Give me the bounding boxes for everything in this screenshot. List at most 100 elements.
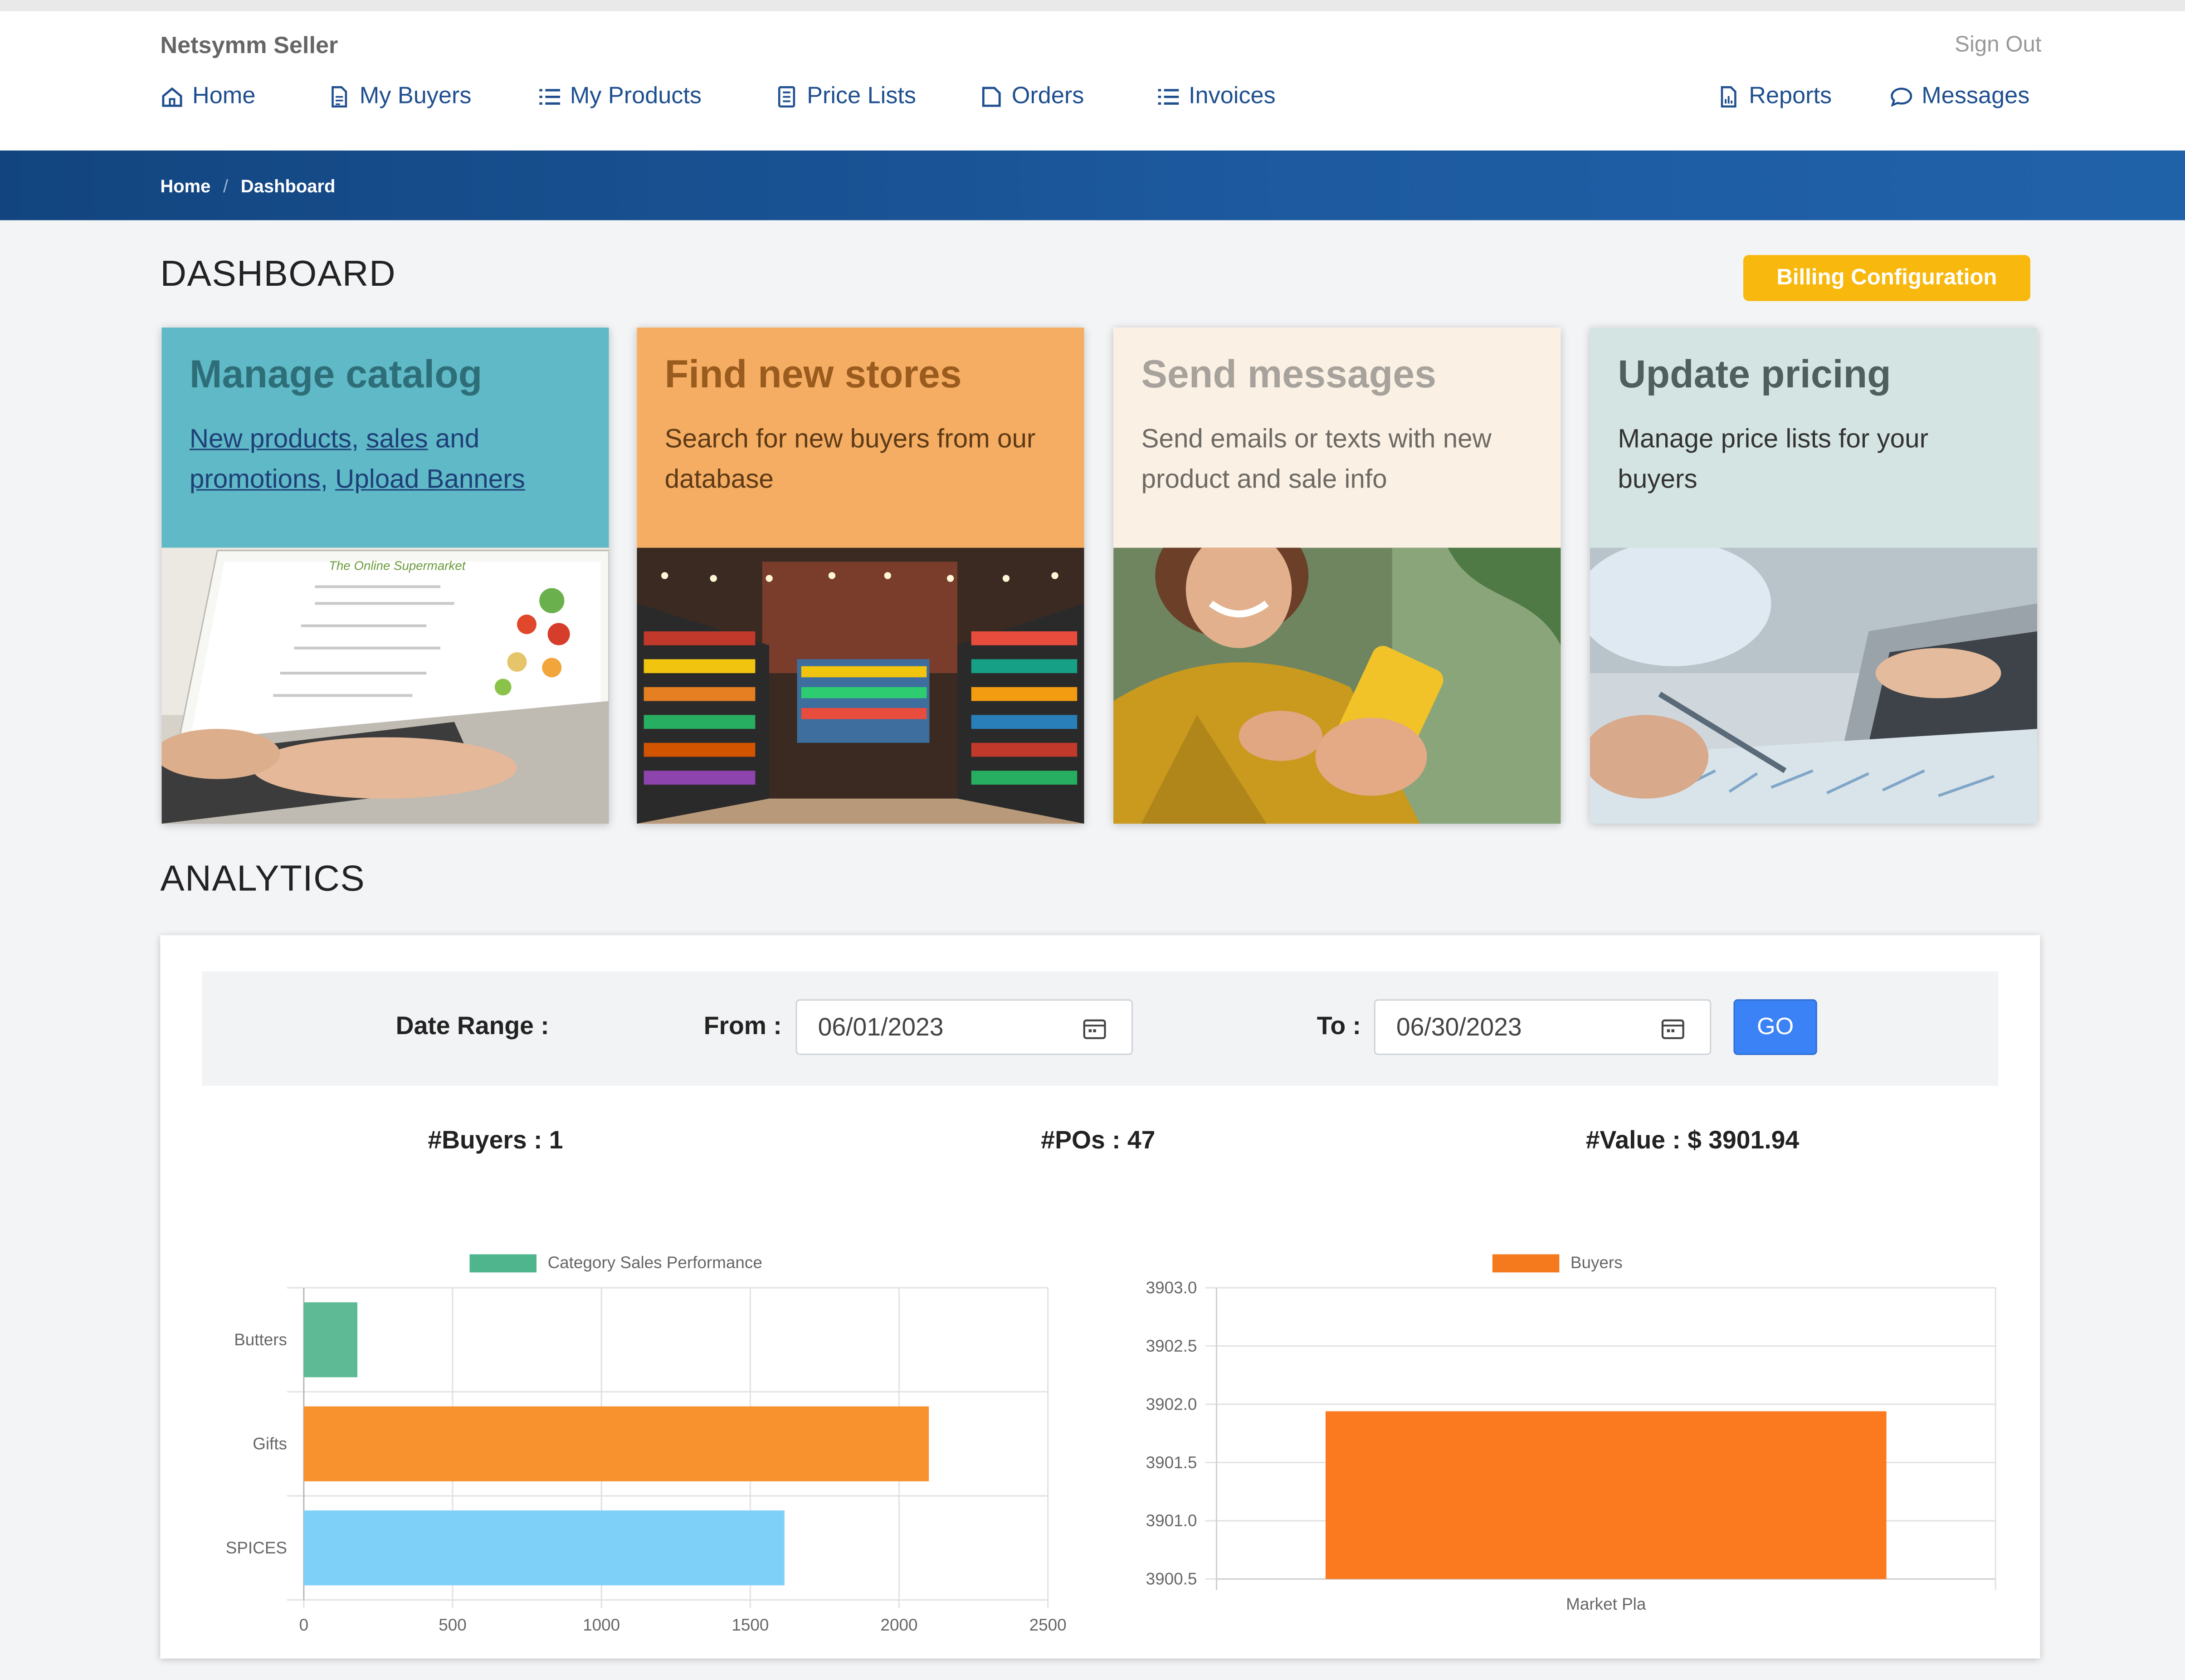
- main-nav: Home My Buyers My Products Price Lists O…: [160, 82, 2041, 116]
- nav-orders-label: Orders: [1011, 82, 1084, 109]
- text-joiner: and: [428, 425, 480, 454]
- laptop-grocery-catalog-photo: The Online Supermarket: [161, 547, 609, 824]
- calendar-icon[interactable]: [1083, 1017, 1106, 1040]
- nav-price-lists[interactable]: Price Lists: [775, 82, 916, 110]
- nav-price-lists-label: Price Lists: [807, 82, 917, 109]
- x-tick-label: Market Pla: [1566, 1595, 1646, 1613]
- y-tick-label: Butters: [234, 1330, 287, 1349]
- legend-label: Buyers: [1570, 1253, 1623, 1272]
- x-tick-label: 500: [439, 1616, 467, 1634]
- date-range-label: Date Range :: [395, 1011, 549, 1040]
- card-title: Find new stores: [664, 352, 962, 396]
- card-manage-catalog[interactable]: Manage catalog New products, sales and p…: [161, 327, 609, 824]
- nav-reports[interactable]: Reports: [1717, 82, 1832, 110]
- nav-my-products[interactable]: My Products: [538, 82, 702, 110]
- billing-configuration-button[interactable]: Billing Configuration: [1743, 255, 2030, 301]
- nav-orders[interactable]: Orders: [980, 82, 1084, 110]
- legend-swatch: [469, 1254, 536, 1273]
- breadcrumb-bar: Home / Dashboard: [0, 150, 2185, 220]
- supermarket-aisle-photo: [637, 547, 1084, 824]
- top-header: Netsymm Seller Sign Out Home My Buyers M…: [0, 11, 2185, 151]
- analytics-panel: Date Range : From : 06/01/2023 To : 06/3…: [160, 935, 2040, 1659]
- x-tick-label: 1000: [583, 1616, 620, 1634]
- breadcrumb-separator: /: [223, 176, 229, 197]
- price-list-icon: [778, 85, 795, 107]
- bar: [1325, 1411, 1887, 1579]
- page: Netsymm Seller Sign Out Home My Buyers M…: [0, 0, 2185, 1680]
- breadcrumb-home[interactable]: Home: [160, 176, 210, 196]
- nav-messages[interactable]: Messages: [1890, 82, 2030, 110]
- buyers-chart: Buyers 3903.0 3902.5 3902.0 3901.5 3901.0 3900…: [1146, 1253, 1996, 1613]
- y-tick-label: 3901.5: [1146, 1453, 1197, 1472]
- nav-home[interactable]: Home: [160, 82, 255, 110]
- nav-reports-label: Reports: [1749, 82, 1832, 109]
- card-header: Find new stores Search for new buyers fr…: [637, 327, 1084, 548]
- x-tick-label: 2000: [881, 1616, 918, 1634]
- to-label: To :: [1317, 1011, 1361, 1040]
- home-icon: [162, 86, 182, 107]
- y-tick-label: 3901.0: [1146, 1511, 1197, 1530]
- bar: [303, 1302, 357, 1377]
- sales-link[interactable]: sales: [366, 425, 428, 454]
- text-joiner: ,: [351, 425, 366, 454]
- woman-with-phone-photo: [1113, 547, 1561, 824]
- legend-label: Category Sales Performance: [548, 1253, 762, 1272]
- y-tick-label: 3902.0: [1146, 1395, 1197, 1413]
- value-stat: #Value : $ 3901.94: [1585, 1126, 1800, 1154]
- date-range-filter: Date Range : From : 06/01/2023 To : 06/3…: [202, 971, 1999, 1086]
- new-products-link[interactable]: New products: [190, 425, 351, 454]
- card-text: Manage price lists for your buyers: [1618, 425, 1929, 495]
- card-update-pricing[interactable]: Update pricing Manage price lists for yo…: [1590, 327, 2038, 824]
- card-text: Send emails or texts with new product an…: [1141, 425, 1492, 495]
- nav-invoices[interactable]: Invoices: [1156, 82, 1276, 110]
- brand-name[interactable]: Netsymm Seller: [160, 32, 338, 60]
- document-icon: [332, 85, 347, 107]
- from-date-value: 06/01/2023: [818, 1013, 944, 1041]
- card-title: Update pricing: [1618, 352, 1891, 396]
- upload-banners-link[interactable]: Upload Banners: [335, 465, 525, 495]
- svg-text:The Online Supermarket: The Online Supermarket: [329, 559, 466, 573]
- page-title: DASHBOARD: [160, 252, 396, 294]
- nav-my-products-label: My Products: [570, 82, 702, 109]
- card-text: New products, sales and promotions, Uplo…: [190, 420, 583, 500]
- report-icon: [1721, 85, 1736, 107]
- nav-home-label: Home: [192, 82, 256, 109]
- bar: [303, 1406, 929, 1481]
- card-header: Manage catalog New products, sales and p…: [161, 327, 609, 548]
- browser-edge: [0, 0, 2185, 11]
- card-header: Send messages Send emails or texts with …: [1113, 327, 1561, 548]
- legend-swatch: [1492, 1254, 1560, 1273]
- card-find-new-stores[interactable]: Find new stores Search for new buyers fr…: [637, 327, 1084, 824]
- calendar-icon[interactable]: [1661, 1017, 1685, 1040]
- x-tick-label: 2500: [1029, 1616, 1067, 1634]
- promotions-link[interactable]: promotions: [190, 465, 321, 495]
- card-title: Manage catalog: [189, 352, 483, 396]
- from-date-input[interactable]: 06/01/2023: [795, 999, 1133, 1055]
- pos-stat: #POs : 47: [1041, 1126, 1156, 1154]
- nav-invoices-label: Invoices: [1189, 82, 1276, 109]
- to-date-input[interactable]: 06/30/2023: [1374, 999, 1712, 1055]
- y-tick-label: 3900.5: [1146, 1570, 1197, 1588]
- card-send-messages[interactable]: Send messages Send emails or texts with …: [1113, 327, 1561, 824]
- list-icon: [1158, 88, 1179, 104]
- orders-icon: [982, 86, 1001, 107]
- from-label: From :: [703, 1011, 782, 1040]
- nav-my-buyers-label: My Buyers: [359, 82, 472, 109]
- text-joiner: ,: [320, 465, 336, 495]
- y-tick-label: 3903.0: [1146, 1278, 1197, 1297]
- buyers-stat: #Buyers : 1: [428, 1126, 563, 1154]
- card-header: Update pricing Manage price lists for yo…: [1590, 327, 2038, 548]
- list-icon: [539, 88, 561, 104]
- hand-with-pen-laptop-photo: [1590, 547, 2038, 824]
- nav-messages-label: Messages: [1922, 82, 2030, 109]
- to-date-value: 06/30/2023: [1396, 1013, 1522, 1041]
- card-title: Send messages: [1141, 352, 1436, 396]
- x-tick-label: 1500: [732, 1616, 769, 1634]
- nav-my-buyers[interactable]: My Buyers: [327, 82, 471, 110]
- sign-out-link[interactable]: Sign Out: [1955, 34, 2041, 59]
- y-tick-label: SPICES: [226, 1538, 287, 1557]
- go-button[interactable]: GO: [1733, 999, 1817, 1055]
- breadcrumb-current: Dashboard: [240, 176, 336, 197]
- card-text: Search for new buyers from our database: [664, 425, 1036, 495]
- chat-icon: [1891, 87, 1912, 106]
